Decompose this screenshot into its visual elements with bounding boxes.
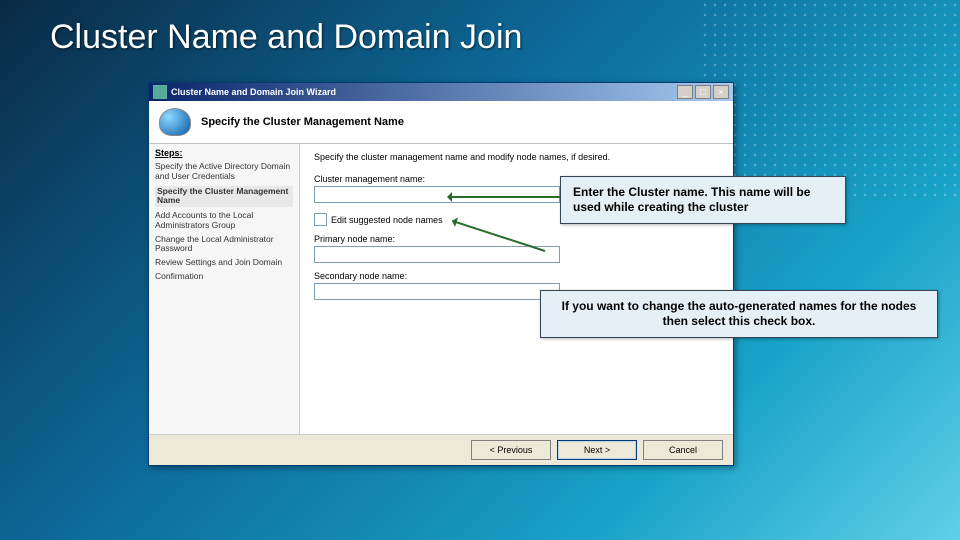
step-item: Confirmation [155, 272, 293, 282]
primary-node-input[interactable] [314, 246, 560, 263]
secondary-node-label: Secondary node name: [314, 271, 719, 281]
cancel-button[interactable]: Cancel [643, 440, 723, 460]
edit-nodes-checkbox[interactable] [314, 213, 327, 226]
instruction-text: Specify the cluster management name and … [314, 152, 719, 162]
globe-icon [159, 108, 191, 136]
callout-edit-nodes: If you want to change the auto-generated… [540, 290, 938, 338]
app-icon [153, 85, 167, 99]
step-item: Review Settings and Join Domain [155, 258, 293, 268]
minimize-button[interactable]: _ [677, 85, 693, 99]
wizard-header: Specify the Cluster Management Name [149, 101, 733, 144]
wizard-header-title: Specify the Cluster Management Name [201, 116, 404, 128]
step-item: Add Accounts to the Local Administrators… [155, 211, 293, 231]
close-button[interactable]: × [713, 85, 729, 99]
cluster-mgmt-input[interactable] [314, 186, 560, 203]
secondary-node-input[interactable] [314, 283, 560, 300]
next-button[interactable]: Next > [557, 440, 637, 460]
step-item: Specify the Active Directory Domain and … [155, 162, 293, 182]
steps-pane: Steps: Specify the Active Directory Doma… [149, 144, 300, 434]
step-item: Specify the Cluster Management Name [155, 186, 293, 208]
decorative-dots [700, 0, 960, 200]
previous-button[interactable]: < Previous [471, 440, 551, 460]
wizard-footer: < Previous Next > Cancel [149, 434, 733, 465]
callout-cluster-name: Enter the Cluster name. This name will b… [560, 176, 846, 224]
arrow-icon [450, 196, 560, 198]
wizard-window: Cluster Name and Domain Join Wizard _ □ … [148, 82, 734, 466]
window-title: Cluster Name and Domain Join Wizard [171, 87, 677, 97]
step-item: Change the Local Administrator Password [155, 235, 293, 255]
slide-title: Cluster Name and Domain Join [50, 18, 522, 57]
titlebar: Cluster Name and Domain Join Wizard _ □ … [149, 83, 733, 101]
steps-header: Steps: [155, 148, 293, 158]
edit-nodes-label: Edit suggested node names [331, 215, 443, 225]
maximize-button[interactable]: □ [695, 85, 711, 99]
